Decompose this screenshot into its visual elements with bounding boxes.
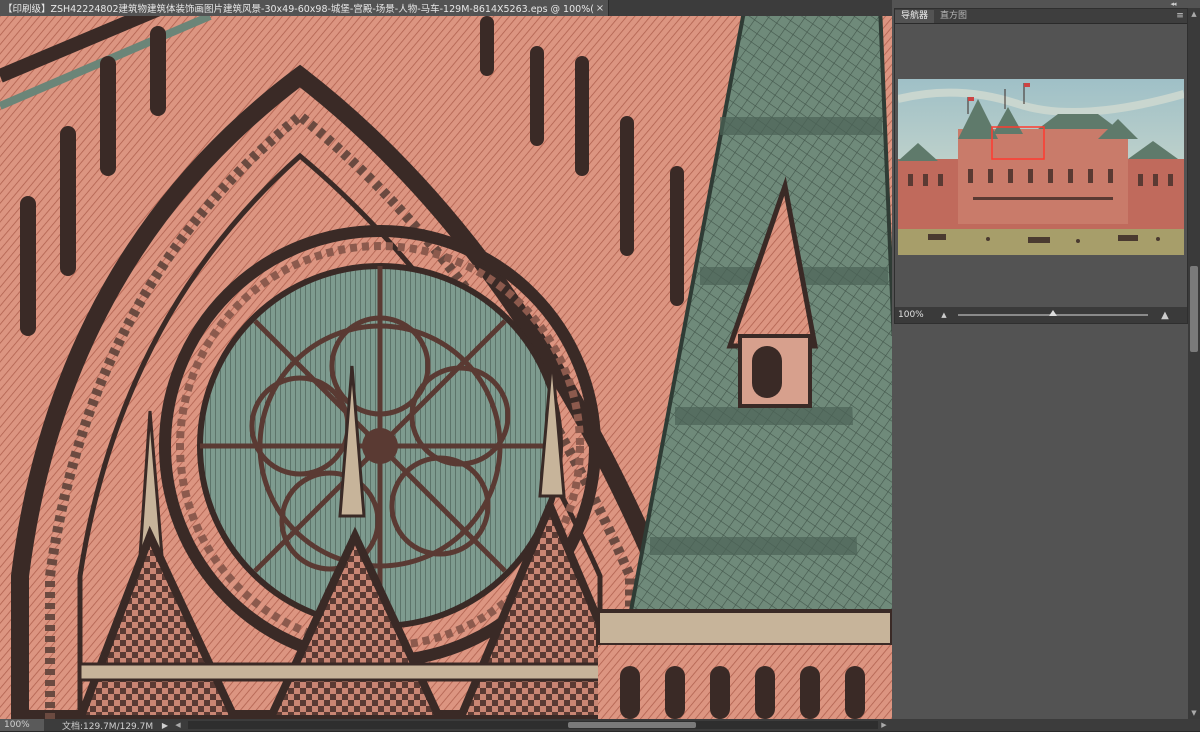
tab-histogram[interactable]: 直方图: [934, 10, 973, 23]
collapse-panels-icon[interactable]: ◂◂: [1158, 0, 1188, 8]
vertical-scrollbar[interactable]: ▲ ▼: [1188, 8, 1200, 719]
tab-bar-background: [609, 0, 892, 16]
scroll-right-arrow-icon[interactable]: ▶: [878, 721, 890, 729]
navigator-panel: 导航器 直方图 ≡ 100% ▲ ▲: [894, 8, 1188, 324]
horizontal-scrollbar[interactable]: [188, 721, 878, 729]
vertical-scroll-thumb[interactable]: [1190, 266, 1198, 352]
document-size-info: 文档:129.7M/129.7M: [62, 721, 154, 732]
zoom-in-icon[interactable]: ▲: [1156, 310, 1174, 321]
scroll-up-arrow-icon[interactable]: ▲: [1188, 10, 1200, 18]
zoom-slider-track[interactable]: [958, 310, 1148, 316]
navigator-zoom-field[interactable]: 100%: [895, 310, 938, 320]
scroll-left-arrow-icon[interactable]: ◀: [172, 721, 184, 729]
status-bar: 100% 文档:129.7M/129.7M ▶ ◀ ▶: [0, 719, 1200, 732]
document-tab[interactable]: 【印刷级】ZSH42224802建筑物建筑体装饰画图片建筑风景-30x49-60…: [0, 0, 609, 16]
navigator-preview-image: [897, 79, 1186, 255]
status-menu-arrow-icon[interactable]: ▶: [158, 721, 172, 730]
image-canvas[interactable]: [0, 16, 892, 719]
panel-tab-bar: 导航器 直方图 ≡: [895, 9, 1187, 24]
artwork-illustration: [0, 16, 892, 719]
horizontal-scroll-thumb[interactable]: [568, 722, 696, 728]
navigator-zoom-bar: 100% ▲ ▲: [895, 307, 1187, 323]
close-icon[interactable]: ×: [594, 3, 606, 14]
document-title: 【印刷级】ZSH42224802建筑物建筑体装饰画图片建筑风景-30x49-60…: [3, 4, 594, 15]
zoom-slider-handle[interactable]: [1049, 310, 1057, 316]
scroll-down-arrow-icon[interactable]: ▼: [1188, 709, 1200, 717]
panel-menu-icon[interactable]: ≡: [1173, 10, 1187, 23]
zoom-out-icon[interactable]: ▲: [938, 311, 950, 319]
navigator-thumbnail[interactable]: [897, 79, 1186, 255]
status-zoom-field[interactable]: 100%: [0, 719, 44, 731]
tab-navigator[interactable]: 导航器: [895, 10, 935, 23]
